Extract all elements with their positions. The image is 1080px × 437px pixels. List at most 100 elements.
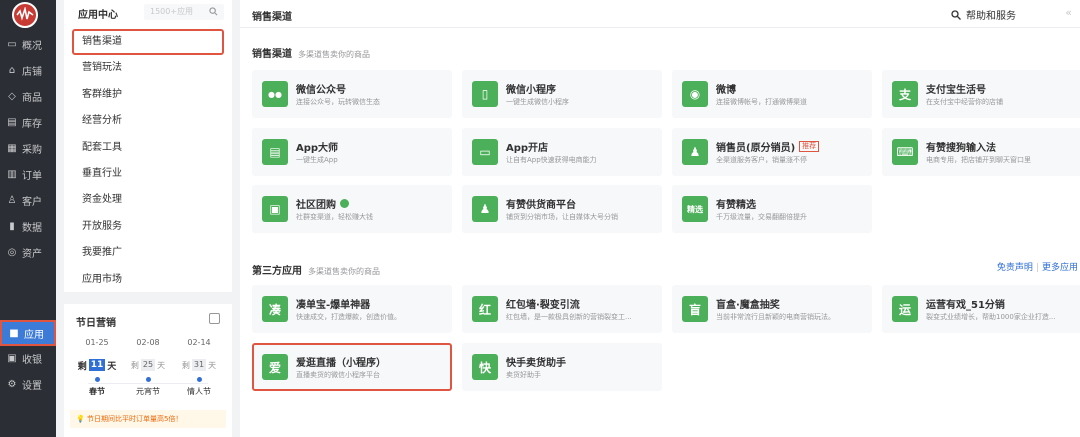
gear-icon: ⚙ — [7, 378, 17, 390]
sub-item[interactable]: 配套工具 — [72, 135, 224, 161]
section-title-text: 销售渠道 — [252, 49, 292, 60]
app-card[interactable]: ♟ 销售员(原分销员) 推荐 全渠道服务客户，销量涨不停 — [672, 128, 872, 176]
keyboard-icon: ⌨ — [892, 139, 918, 165]
remain-days: 31 — [191, 359, 207, 371]
app-card-title: 凑单宝-爆单神器 — [296, 296, 370, 311]
app-card-desc: 让自有App快速获得电商能力 — [506, 156, 597, 164]
section-links: 免责声明 | 更多应用 — [996, 263, 1078, 273]
help-link[interactable]: 帮助和服务 — [951, 7, 1016, 22]
nav-item-tag[interactable]: ◇ 商品 — [0, 85, 56, 107]
kuaishou-icon: 快 — [472, 354, 498, 380]
holiday-title: 节日营销 — [76, 318, 116, 329]
app-card[interactable]: 支支付宝生活号 在支付宝中经营你的店铺 — [882, 70, 1080, 118]
app-card[interactable]: 精选 有赞精选 千万级流量，交易翻翻倍提升 — [672, 185, 872, 233]
app-card[interactable]: 运运营有戏_51分销 裂变式业绩增长，帮助1000家企业打造... — [882, 285, 1080, 333]
app-card[interactable]: 凑凑单宝-爆单神器 快速成交，打造爆款，创造价值。 — [252, 285, 452, 333]
app-card[interactable]: ▯ 微信小程序 一键生成微信小程序 — [462, 70, 662, 118]
app-card-desc: 当前非常流行且新颖的电商营销玩法。 — [716, 313, 835, 321]
nav-item-chat[interactable]: ▭ 概况 — [0, 33, 56, 55]
nav-item-order[interactable]: ▥ 订单 — [0, 163, 56, 185]
app-search-input[interactable]: 1500+应用 — [144, 4, 224, 20]
app-card-title: 红包墙·裂变引流 — [506, 296, 580, 311]
nav-item-label: 数据 — [22, 222, 42, 234]
nav-item-gear[interactable]: ⚙ 设置 — [0, 373, 56, 395]
sub-item[interactable]: 应用市场 — [72, 267, 224, 293]
app-card-desc: 全渠道服务客户，销量涨不停 — [716, 156, 807, 164]
app-card-title: 快手卖货助手 — [506, 354, 566, 369]
app-card[interactable]: ●● 微信公众号 连接公众号，玩转微信生态 — [252, 70, 452, 118]
nav-item-label: 采购 — [22, 144, 42, 156]
app-card[interactable]: 快快手卖货助手 卖货好助手 — [462, 343, 662, 391]
app-card[interactable]: ▤ App大师 一键生成App — [252, 128, 452, 176]
chart-icon: ▮ — [9, 220, 15, 232]
app-card[interactable]: ◉ 微博 连接微博帐号，打通微博渠道 — [672, 70, 872, 118]
nav-item-asset[interactable]: ◎ 资产 — [0, 241, 56, 263]
app-card-title: 微信公众号 — [296, 81, 346, 96]
app-card-title: 社区团购 — [296, 196, 349, 211]
blindbox-icon: 盲 — [682, 296, 708, 322]
alipay-icon: 支 — [892, 81, 918, 107]
nav-item-apps[interactable]: ■ 应用 — [0, 320, 56, 346]
sub-item[interactable]: 资金处理 — [72, 187, 224, 213]
app-store-icon: ▭ — [472, 139, 498, 165]
holiday-column[interactable]: 01-25 剩 11 天春节 — [73, 338, 121, 397]
sub-item[interactable]: 经营分析 — [72, 108, 224, 134]
main-nav: ▭ 概况 ⌂ 店铺 ◇ 商品 ▤ 库存 ▦ 采购 ▥ 订单 ♙ 客户 ▮ 数据 ◎ 资产 ■ 应用 ▣ 收银 ⚙ 设置 — [0, 0, 56, 437]
sub-item[interactable]: 客群维护 — [72, 82, 224, 108]
nav-item-purchase[interactable]: ▦ 采购 — [0, 137, 56, 159]
days-remaining: 剩 11 天 — [73, 358, 121, 372]
holiday-column[interactable]: 02-08 剩 25 天元宵节 — [124, 338, 172, 397]
nav-item-label: 应用 — [24, 329, 44, 341]
collapse-icon[interactable]: « — [1065, 6, 1072, 19]
nav-item-store[interactable]: ⌂ 店铺 — [0, 59, 56, 81]
holiday-name: 春节 — [89, 387, 105, 396]
app-title-text: 红包墙·裂变引流 — [506, 300, 580, 311]
days-remaining: 剩 31 天 — [175, 358, 223, 372]
apps-icon: ■ — [9, 327, 19, 339]
holiday-name: 情人节 — [187, 387, 211, 396]
section-desc: 多渠道售卖你的商品 — [308, 267, 380, 276]
holiday-column[interactable]: 02-14 剩 31 天情人节 — [175, 338, 223, 397]
app-card[interactable]: 爱爱逛直播（小程序） 直播卖货的微信小程序平台 — [252, 343, 452, 391]
app-title-text: 凑单宝-爆单神器 — [296, 300, 371, 311]
more-apps-link[interactable]: 更多应用 — [1042, 263, 1078, 273]
app-title-text: 盲盒·魔盒抽奖 — [716, 300, 780, 311]
nav-item-label: 库存 — [22, 118, 42, 130]
app-title-text: 快手卖货助手 — [506, 358, 566, 369]
app-card[interactable]: 盲盲盒·魔盒抽奖当前非常流行且新颖的电商营销玩法。 — [672, 285, 872, 333]
nav-item-cashier[interactable]: ▣ 收银 — [0, 347, 56, 369]
timeline-dot — [94, 377, 100, 382]
app-title-text: 运营有戏_51分销 — [926, 300, 1005, 311]
app-card[interactable]: ▭ App开店 让自有App快速获得电商能力 — [462, 128, 662, 176]
remain-prefix: 剩 — [130, 360, 139, 370]
chat-icon: ▭ — [7, 38, 17, 50]
top-bar: 销售渠道 帮助和服务 « — [240, 0, 1080, 28]
wechat-icon: ●● — [262, 81, 288, 107]
nav-item-chart[interactable]: ▮ 数据 — [0, 215, 56, 237]
disclaimer-link[interactable]: 免责声明 — [997, 263, 1033, 273]
sub-item[interactable]: 销售渠道 — [72, 29, 224, 55]
app-card-desc: 铺货到分销市场，让自媒体大号分销 — [506, 213, 618, 221]
app-title-text: App大师 — [296, 143, 339, 154]
app-card-title: 支付宝生活号 — [926, 81, 986, 96]
calendar-icon[interactable] — [209, 313, 220, 324]
app-card[interactable]: ⌨ 有赞搜狗输入法 电商专用，把店铺开到聊天窗口里 — [882, 128, 1080, 176]
sub-item[interactable]: 垂直行业 — [72, 161, 224, 187]
nav-item-inventory[interactable]: ▤ 库存 — [0, 111, 56, 133]
brand-logo[interactable] — [12, 2, 38, 28]
yunying-icon: 运 — [892, 296, 918, 322]
section-third-title: 第三方应用 多渠道售卖你的商品 — [252, 262, 380, 277]
sub-item[interactable]: 营销玩法 — [72, 55, 224, 81]
sub-item[interactable]: 我要推广 — [72, 240, 224, 266]
app-card-desc: 电商专用，把店铺开到聊天窗口里 — [926, 156, 1031, 164]
app-card[interactable]: 红红包墙·裂变引流 红包墙，是一款极具创新的营销裂变工... — [462, 285, 662, 333]
cashier-icon: ▣ — [7, 352, 17, 364]
sub-item[interactable]: 开放服务 — [72, 214, 224, 240]
app-title-text: 社区团购 — [296, 200, 336, 211]
selection-icon: 精选 — [682, 196, 708, 222]
salesperson-icon: ♟ — [682, 139, 708, 165]
app-card[interactable]: ♟ 有赞供货商平台 铺货到分销市场，让自媒体大号分销 — [462, 185, 662, 233]
app-card[interactable]: ▣ 社区团购 社群变渠道，轻松赚大钱 — [252, 185, 452, 233]
nav-item-customer[interactable]: ♙ 客户 — [0, 189, 56, 211]
app-card-desc: 一键生成App — [296, 156, 338, 164]
